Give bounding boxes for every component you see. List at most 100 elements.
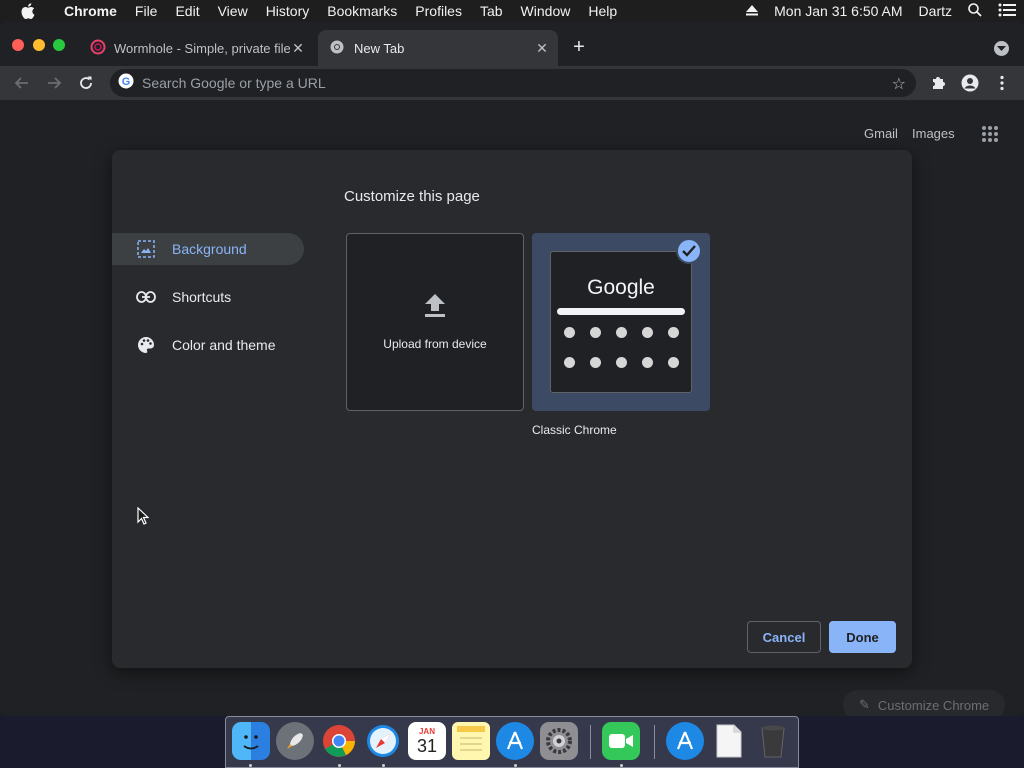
google-g-icon: G: [118, 73, 134, 94]
nav-item-label: Shortcuts: [172, 289, 232, 305]
macos-menu-bar: Chrome File Edit View History Bookmarks …: [0, 0, 1024, 22]
calendar-day: 31: [416, 735, 438, 756]
preview-shortcut-dot: [642, 357, 653, 368]
menu-history[interactable]: History: [258, 3, 320, 19]
nav-item-label: Background: [172, 241, 247, 257]
notes-icon[interactable]: [452, 722, 490, 760]
tab-close-icon[interactable]: ✕: [290, 40, 306, 57]
preview-shortcut-dot: [564, 327, 575, 338]
pencil-icon: ✎: [859, 697, 870, 712]
nav-item-shortcuts[interactable]: Shortcuts: [112, 281, 304, 313]
tab-search-chevron-icon[interactable]: [994, 41, 1009, 56]
tab-wormhole[interactable]: Wormhole - Simple, private file ✕: [80, 30, 316, 66]
eject-icon[interactable]: [738, 3, 766, 19]
images-link[interactable]: Images: [912, 126, 955, 141]
apple-menu-icon[interactable]: [0, 3, 56, 19]
menu-file[interactable]: File: [127, 3, 168, 19]
svg-text:G: G: [122, 76, 131, 88]
zoom-window-button[interactable]: [53, 39, 65, 51]
preview-shortcut-dot: [590, 357, 601, 368]
image-icon: [136, 239, 156, 259]
running-indicator: [338, 764, 341, 767]
calendar-icon[interactable]: JAN 31: [408, 722, 446, 760]
calendar-month: JAN: [418, 726, 435, 736]
gmail-link[interactable]: Gmail: [864, 126, 898, 141]
google-logo-text: Google: [587, 276, 655, 299]
menubar-user[interactable]: Dartz: [911, 3, 960, 19]
facetime-icon[interactable]: [602, 722, 640, 760]
customize-dialog: Customize this page Background Shortcuts…: [112, 150, 912, 668]
more-vertical-icon[interactable]: [992, 73, 1012, 93]
menu-window[interactable]: Window: [513, 3, 581, 19]
preview-shortcut-dot: [668, 327, 679, 338]
back-arrow-icon[interactable]: [12, 73, 32, 93]
mouse-cursor-icon: [137, 506, 150, 530]
tab-close-icon[interactable]: ✕: [534, 40, 550, 57]
running-indicator: [514, 764, 517, 767]
selected-check-icon: [676, 238, 702, 264]
document-file-icon[interactable]: [710, 722, 748, 760]
preview-search-bar: [557, 308, 685, 315]
omnibox-placeholder: Search Google or type a URL: [142, 75, 326, 91]
extensions-puzzle-icon[interactable]: [928, 73, 948, 93]
menu-view[interactable]: View: [210, 3, 258, 19]
preview-shortcut-dot: [564, 357, 575, 368]
dialog-title: Customize this page: [344, 188, 480, 205]
nav-item-background[interactable]: Background: [112, 233, 304, 265]
new-tab-plus-icon[interactable]: +: [568, 36, 590, 58]
tab-title: New Tab: [354, 40, 405, 56]
bookmark-star-icon[interactable]: ☆: [892, 74, 906, 94]
preview-shortcut-dot: [616, 327, 627, 338]
upload-icon: [424, 293, 446, 323]
running-indicator: [382, 764, 385, 767]
menu-edit[interactable]: Edit: [167, 3, 209, 19]
close-window-button[interactable]: [12, 39, 24, 51]
forward-arrow-icon[interactable]: [44, 73, 64, 93]
menu-tab[interactable]: Tab: [472, 3, 513, 19]
nav-item-color-and-theme[interactable]: Color and theme: [112, 329, 304, 361]
tab-new-tab[interactable]: New Tab ✕: [318, 30, 558, 66]
preview-shortcut-dot: [668, 357, 679, 368]
dock-separator: [654, 725, 655, 759]
running-indicator: [249, 764, 252, 767]
preview-shortcut-dot: [642, 327, 653, 338]
profile-avatar-icon[interactable]: [960, 73, 980, 93]
safari-compass-icon[interactable]: [364, 722, 402, 760]
reload-icon[interactable]: [76, 73, 96, 93]
trash-icon[interactable]: [754, 722, 792, 760]
spotlight-search-icon[interactable]: [960, 2, 990, 20]
menu-profiles[interactable]: Profiles: [407, 3, 472, 19]
classic-chrome-label: Classic Chrome: [532, 423, 617, 437]
control-center-icon[interactable]: [990, 3, 1024, 20]
system-preferences-gear-icon[interactable]: [540, 722, 578, 760]
wormhole-favicon-icon: [90, 39, 106, 58]
done-button[interactable]: Done: [829, 621, 896, 653]
apps-grid-icon[interactable]: [982, 126, 998, 142]
tab-strip: Wormhole - Simple, private file ✕ New Ta…: [0, 22, 1024, 66]
menubar-clock[interactable]: Mon Jan 31 6:50 AM: [766, 3, 910, 19]
cancel-button[interactable]: Cancel: [747, 621, 821, 653]
omnibox[interactable]: G Search Google or type a URL ☆: [110, 69, 916, 97]
preview-shortcut-dot: [616, 357, 627, 368]
dock-separator: [590, 725, 591, 759]
upload-label: Upload from device: [383, 336, 487, 351]
menu-chrome[interactable]: Chrome: [56, 3, 127, 19]
browser-toolbar: G Search Google or type a URL ☆: [0, 66, 1024, 100]
finder-icon[interactable]: [232, 722, 270, 760]
customize-chrome-button[interactable]: ✎ Customize Chrome: [843, 690, 1005, 716]
upload-from-device-tile[interactable]: Upload from device: [346, 233, 524, 411]
applications-folder-icon[interactable]: [666, 722, 704, 760]
menu-help[interactable]: Help: [580, 3, 627, 19]
chrome-app-icon[interactable]: [320, 722, 358, 760]
link-icon: [136, 287, 156, 307]
tab-title: Wormhole - Simple, private file: [114, 40, 290, 56]
minimize-window-button[interactable]: [33, 39, 45, 51]
launchpad-rocket-icon[interactable]: [276, 722, 314, 760]
running-indicator: [620, 764, 623, 767]
preview-shortcut-dot: [590, 327, 601, 338]
classic-chrome-preview: Google: [550, 251, 692, 393]
menu-bookmarks[interactable]: Bookmarks: [319, 3, 407, 19]
customize-chrome-label: Customize Chrome: [877, 697, 990, 713]
app-store-icon[interactable]: [496, 722, 534, 760]
macos-dock: JAN 31: [225, 716, 799, 768]
